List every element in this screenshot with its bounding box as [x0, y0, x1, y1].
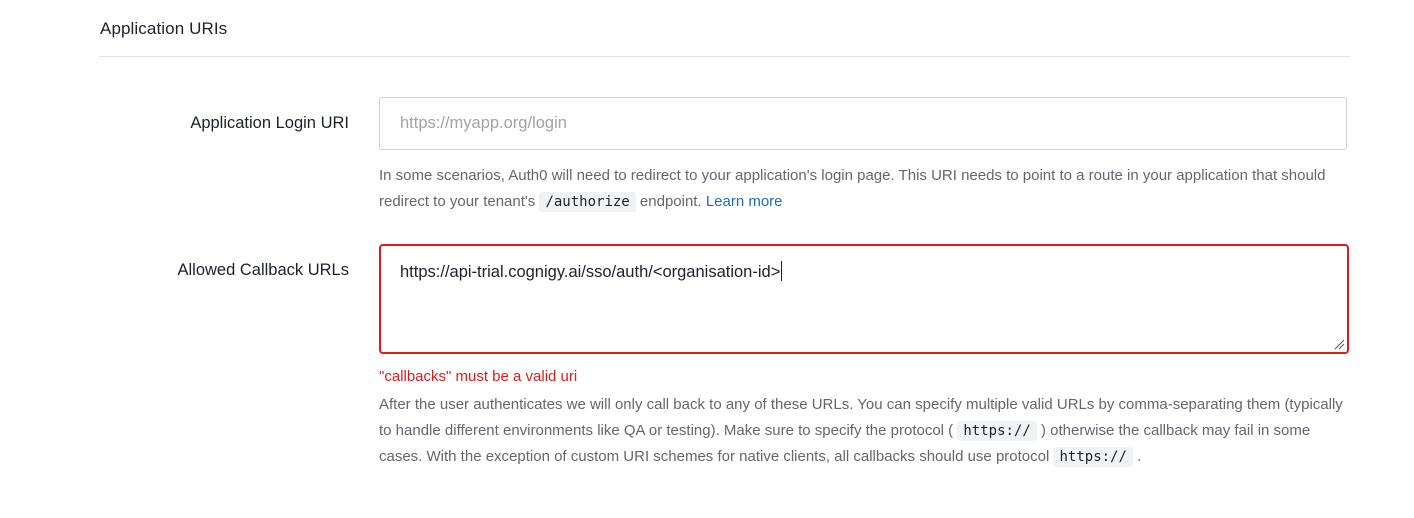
login-uri-help-text: In some scenarios, Auth0 will need to re… — [379, 167, 1326, 210]
https-code-2: https:// — [1053, 447, 1133, 467]
section-divider — [99, 56, 1350, 57]
application-uris-section: Application URIs Application Login URI I… — [0, 0, 1414, 518]
login-uri-input[interactable] — [379, 97, 1347, 150]
authorize-code: /authorize — [539, 192, 636, 212]
callback-urls-label: Allowed Callback URLs — [177, 261, 350, 279]
section-title: Application URIs — [100, 19, 228, 38]
callback-urls-value: https://api-trial.cognigy.ai/sso/auth/<o… — [400, 263, 781, 281]
callback-urls-help: After the user authenticates we will onl… — [379, 392, 1344, 470]
text-caret — [781, 261, 783, 281]
resize-handle-icon[interactable] — [1334, 339, 1345, 350]
callback-help-text-3: . — [1132, 448, 1142, 465]
learn-more-link[interactable]: Learn more — [706, 193, 783, 210]
login-uri-label: Application Login URI — [190, 114, 349, 132]
https-code-1: https:// — [957, 421, 1037, 441]
callback-urls-error: "callbacks" must be a valid uri — [379, 368, 578, 385]
login-uri-help: In some scenarios, Auth0 will need to re… — [379, 163, 1344, 215]
callback-urls-textarea[interactable]: https://api-trial.cognigy.ai/sso/auth/<o… — [379, 244, 1349, 354]
login-uri-help-text-end: endpoint. — [635, 193, 706, 210]
